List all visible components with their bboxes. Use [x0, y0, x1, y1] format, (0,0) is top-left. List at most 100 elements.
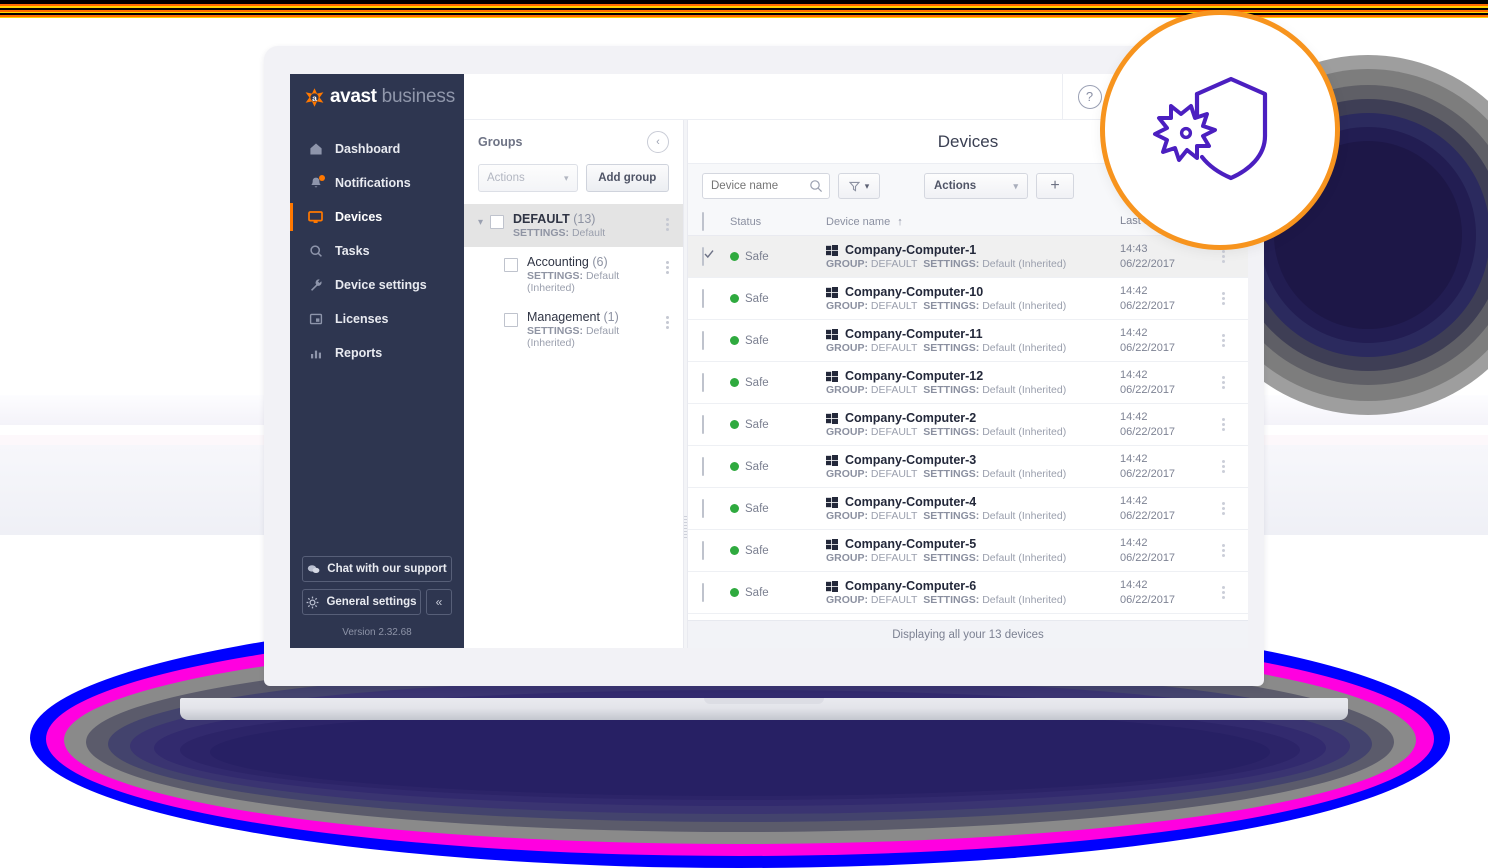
windows-icon: [826, 455, 838, 466]
row-checkbox[interactable]: [702, 415, 704, 434]
settings-value: Default (Inherited): [982, 594, 1066, 606]
row-checkbox-cell[interactable]: [702, 290, 730, 308]
row-checkbox-cell[interactable]: [702, 584, 730, 602]
row-menu-button[interactable]: [1212, 250, 1234, 263]
group-row-management[interactable]: Management (1) SETTINGS: Default (Inheri…: [464, 302, 683, 357]
row-menu-button[interactable]: [1212, 334, 1234, 347]
table-row[interactable]: SafeCompany-Computer-4GROUP: DEFAULT SET…: [688, 488, 1248, 530]
monitor-icon: [308, 210, 323, 225]
select-all-checkbox[interactable]: [702, 212, 704, 231]
sidebar-item-device-settings[interactable]: Device settings: [290, 268, 464, 302]
row-checkbox-cell[interactable]: [702, 500, 730, 518]
group-value: DEFAULT: [871, 342, 917, 354]
group-menu-button[interactable]: [661, 255, 673, 274]
sidebar-item-dashboard[interactable]: Dashboard: [290, 132, 464, 166]
search-input[interactable]: [711, 180, 809, 192]
sidebar-item-label: Dashboard: [335, 142, 400, 156]
row-checkbox[interactable]: [702, 499, 704, 518]
row-checkbox[interactable]: [702, 457, 704, 476]
plus-icon: +: [1050, 177, 1059, 195]
device-name: Company-Computer-10: [826, 285, 1120, 299]
chat-support-label: Chat with our support: [327, 563, 446, 575]
column-header-status[interactable]: Status: [730, 216, 826, 228]
select-all-checkbox-cell[interactable]: [702, 213, 730, 231]
row-checkbox[interactable]: [702, 247, 704, 266]
row-menu-button[interactable]: [1212, 502, 1234, 515]
group-checkbox[interactable]: [490, 215, 504, 229]
add-device-button[interactable]: +: [1036, 173, 1074, 199]
group-row-default[interactable]: ▾ DEFAULT (13) SETTINGS: Default: [464, 204, 683, 247]
last-seen-time: 14:42: [1120, 284, 1212, 298]
settings-value: Default (Inherited): [982, 510, 1066, 522]
table-row[interactable]: SafeCompany-Computer-2GROUP: DEFAULT SET…: [688, 404, 1248, 446]
table-row[interactable]: SafeCompany-Computer-1GROUP: DEFAULT SET…: [688, 236, 1248, 278]
table-row[interactable]: SafeCompany-Computer-6GROUP: DEFAULT SET…: [688, 572, 1248, 614]
device-name-label: Company-Computer-6: [845, 579, 976, 593]
row-checkbox[interactable]: [702, 373, 704, 392]
row-checkbox[interactable]: [702, 289, 704, 308]
group-checkbox[interactable]: [504, 313, 518, 327]
chevron-down-icon[interactable]: ▾: [478, 212, 490, 228]
sidebar-item-devices[interactable]: Devices: [290, 200, 464, 234]
row-checkbox[interactable]: [702, 583, 704, 602]
sidebar-item-notifications[interactable]: Notifications: [290, 166, 464, 200]
group-menu-button[interactable]: [661, 310, 673, 329]
row-menu-button[interactable]: [1212, 460, 1234, 473]
chevron-down-icon: ▾: [865, 181, 870, 192]
sidebar-item-reports[interactable]: Reports: [290, 336, 464, 370]
table-row[interactable]: SafeCompany-Computer-11GROUP: DEFAULT SE…: [688, 320, 1248, 362]
group-count: (1): [603, 310, 618, 324]
settings-value: Default (Inherited): [982, 552, 1066, 564]
device-meta: GROUP: DEFAULT SETTINGS: Default (Inheri…: [826, 384, 1120, 396]
last-seen-time: 14:42: [1120, 452, 1212, 466]
row-checkbox-cell[interactable]: [702, 332, 730, 350]
row-checkbox-cell[interactable]: [702, 416, 730, 434]
group-menu-button[interactable]: [661, 212, 673, 231]
status-badge: Safe: [730, 377, 826, 389]
windows-icon: [826, 581, 838, 592]
chat-support-button[interactable]: Chat with our support: [302, 556, 452, 582]
groups-actions-label: Actions: [487, 172, 525, 184]
row-checkbox-cell[interactable]: [702, 374, 730, 392]
last-seen-time: 14:42: [1120, 578, 1212, 592]
groups-collapse-button[interactable]: ‹: [647, 131, 669, 153]
devices-actions-dropdown[interactable]: Actions ▾: [924, 173, 1028, 199]
last-seen-time: 14:42: [1120, 326, 1212, 340]
sidebar-item-label: Device settings: [335, 278, 427, 292]
row-checkbox-cell[interactable]: [702, 542, 730, 560]
row-checkbox-cell[interactable]: [702, 458, 730, 476]
row-menu-button[interactable]: [1212, 418, 1234, 431]
column-header-device-name[interactable]: Device name ↑: [826, 216, 1120, 228]
row-checkbox[interactable]: [702, 541, 704, 560]
sidebar-collapse-button[interactable]: «: [426, 589, 452, 615]
group-row-accounting[interactable]: Accounting (6) SETTINGS: Default (Inheri…: [464, 247, 683, 302]
row-menu-button[interactable]: [1212, 292, 1234, 305]
row-checkbox-cell[interactable]: [702, 248, 730, 266]
add-group-button[interactable]: Add group: [586, 164, 670, 192]
groups-actions-dropdown[interactable]: Actions ▾: [478, 164, 578, 192]
row-menu-button[interactable]: [1212, 376, 1234, 389]
status-dot-icon: [730, 336, 739, 345]
settings-value: Default (Inherited): [982, 426, 1066, 438]
table-row[interactable]: SafeCompany-Computer-5GROUP: DEFAULT SET…: [688, 530, 1248, 572]
brand-word-business: business: [382, 86, 455, 108]
sidebar-item-tasks[interactable]: Tasks: [290, 234, 464, 268]
row-menu-button[interactable]: [1212, 544, 1234, 557]
devices-table-body: SafeCompany-Computer-1GROUP: DEFAULT SET…: [688, 236, 1248, 620]
group-label: GROUP:: [826, 258, 868, 270]
sidebar-item-licenses[interactable]: Licenses: [290, 302, 464, 336]
row-checkbox[interactable]: [702, 331, 704, 350]
table-row[interactable]: SafeCompany-Computer-12GROUP: DEFAULT SE…: [688, 362, 1248, 404]
device-meta: GROUP: DEFAULT SETTINGS: Default (Inheri…: [826, 594, 1120, 606]
group-checkbox[interactable]: [504, 258, 518, 272]
sidebar-item-label: Tasks: [335, 244, 370, 258]
group-value: DEFAULT: [871, 258, 917, 270]
devices-actions-label: Actions: [934, 180, 976, 192]
table-row[interactable]: SafeCompany-Computer-3GROUP: DEFAULT SET…: [688, 446, 1248, 488]
search-field-wrapper[interactable]: [702, 173, 830, 199]
table-row[interactable]: SafeCompany-Computer-10GROUP: DEFAULT SE…: [688, 278, 1248, 320]
filter-button[interactable]: ▾: [838, 173, 880, 199]
row-menu-button[interactable]: [1212, 586, 1234, 599]
avast-logo-icon: a: [304, 87, 325, 108]
general-settings-button[interactable]: General settings: [302, 589, 421, 615]
